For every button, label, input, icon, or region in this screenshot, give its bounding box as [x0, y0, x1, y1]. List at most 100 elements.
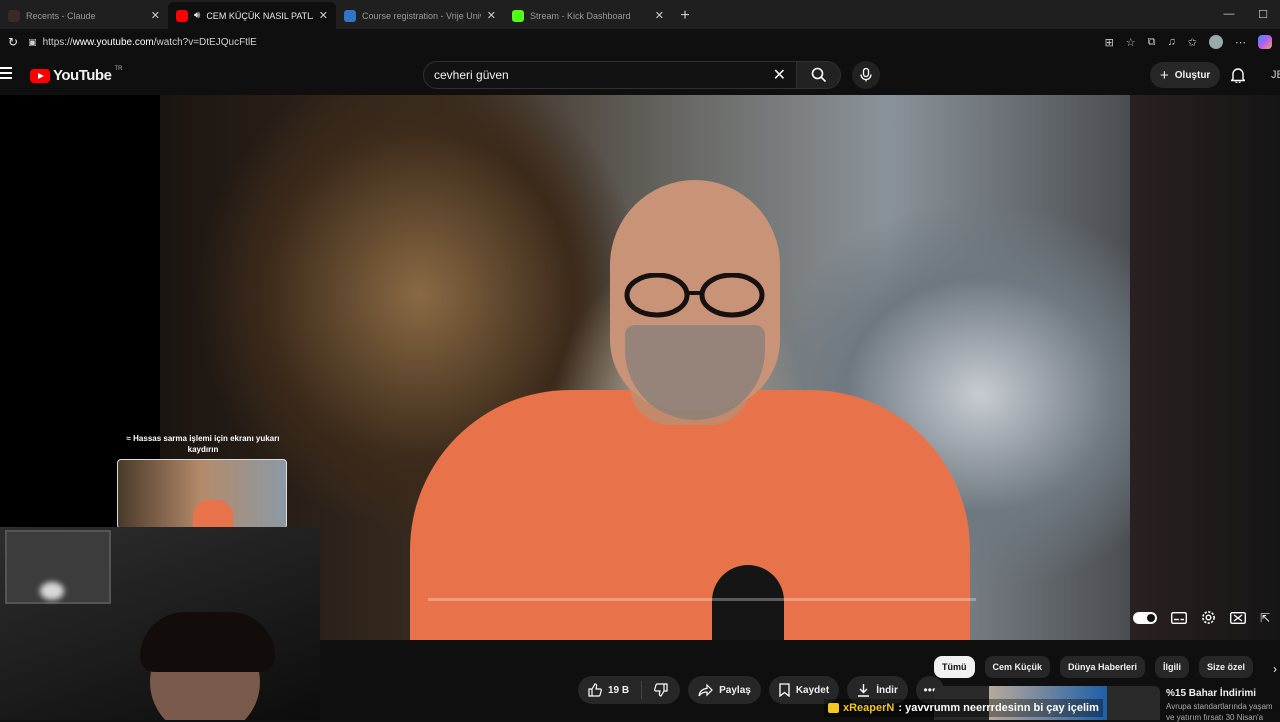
player-controls: ⇱ — [1133, 610, 1270, 625]
extensions-icon[interactable]: ⧉ — [1148, 36, 1156, 49]
app-icon[interactable]: ⊞ — [1105, 36, 1114, 49]
url-path: /watch?v=DtEJQucFtlE — [153, 36, 257, 48]
recommendation-subtitle: Avrupa standartlarında yaşam — [1166, 702, 1273, 711]
menu-icon[interactable] — [0, 67, 12, 82]
clear-search-icon[interactable]: ✕ — [773, 65, 786, 85]
logo-wordmark: YouTube — [53, 67, 112, 84]
stream-chat-message: xReaperN : yavvrumm neerrrdesinn bi çay … — [824, 699, 1103, 717]
account-avatar[interactable]: JE — [1271, 69, 1280, 81]
favorites-icon[interactable]: ✩ — [1188, 36, 1197, 49]
autoplay-toggle[interactable] — [1133, 611, 1157, 624]
tab-youtube[interactable]: 🔊︎ CEM KÜÇÜK NASIL PATLADI ✕ — [168, 2, 336, 29]
chat-text: : yavvrumm neerrrdesinn bi çay içelim — [898, 702, 1099, 714]
recommendation-title[interactable]: %15 Bahar İndirimi — [1166, 688, 1256, 699]
close-icon[interactable]: ✕ — [655, 9, 664, 22]
claude-favicon-icon — [8, 9, 20, 22]
address-bar: ↻ ▣ https://www.youtube.com/watch?v=DtEJ… — [0, 29, 1280, 55]
seek-bar[interactable] — [428, 598, 976, 601]
like-button[interactable]: 19 B — [578, 681, 643, 699]
download-label: İndir — [876, 684, 898, 696]
search-query: cevheri güven — [434, 68, 509, 82]
bell-icon — [1229, 68, 1247, 85]
studio-microphone — [712, 565, 784, 640]
vu-favicon-icon — [344, 9, 356, 22]
share-arrow-icon — [698, 683, 713, 696]
bookmark-icon — [779, 683, 790, 697]
url-host: www.youtube.com — [72, 36, 154, 48]
search-button[interactable] — [797, 61, 841, 89]
thumbs-down-icon — [654, 683, 668, 697]
youtube-logo[interactable]: YouTube TR — [30, 65, 123, 84]
streamer-webcam-overlay — [0, 527, 320, 720]
chip-all[interactable]: Tümü — [934, 656, 975, 678]
share-button[interactable]: Paylaş — [688, 676, 761, 704]
video-right-edge — [1130, 95, 1280, 640]
chevron-right-icon[interactable]: › — [1273, 662, 1277, 676]
copilot-icon[interactable] — [1258, 35, 1272, 49]
site-info-icon[interactable]: ▣ — [28, 37, 37, 48]
settings-gear-icon[interactable] — [1201, 610, 1216, 625]
presenter-shirt — [410, 390, 970, 640]
recommendation-subtitle-2: ve yatırım fırsatı 30 Nisan'a — [1166, 713, 1264, 722]
fullscreen-icon[interactable]: ⇱ — [1260, 611, 1270, 625]
tab-claude[interactable]: Recents - Claude ✕ — [0, 2, 168, 29]
create-label: Oluştur — [1174, 69, 1211, 81]
like-dislike-group: 19 B — [578, 676, 681, 704]
notifications-button[interactable] — [1229, 67, 1247, 88]
kick-favicon-icon — [512, 9, 524, 22]
menu-dots-icon[interactable]: ⋯ — [1235, 36, 1246, 49]
close-icon[interactable]: ✕ — [487, 9, 496, 22]
url-field[interactable]: ▣ https://www.youtube.com/watch?v=DtEJQu… — [28, 32, 1095, 52]
voice-search-button[interactable] — [852, 61, 880, 89]
speaker-icon[interactable]: 🔊︎ — [194, 10, 200, 21]
maximize-icon[interactable]: ☐ — [1246, 0, 1280, 28]
url-prefix: https:// — [42, 36, 73, 48]
microphone-icon — [860, 68, 872, 82]
chip-world-news[interactable]: Dünya Haberleri — [1060, 656, 1146, 678]
media-icon[interactable]: ♫ — [1168, 36, 1176, 48]
tab-course-registration[interactable]: Course registration - Vrije Universit ✕ — [336, 2, 504, 29]
chip-related[interactable]: İlgili — [1155, 656, 1190, 678]
chip-cem-kucuk[interactable]: Cem Küçük — [984, 656, 1051, 678]
youtube-header: YouTube TR cevheri güven ✕ + Oluştur JE — [0, 55, 1280, 95]
create-button[interactable]: + Oluştur — [1150, 62, 1221, 88]
search-input[interactable]: cevheri güven ✕ — [423, 61, 797, 89]
like-count: 19 B — [608, 684, 630, 696]
close-icon[interactable]: ✕ — [151, 9, 160, 22]
thumbs-up-icon — [588, 683, 602, 697]
tab-kick-dashboard[interactable]: Stream - Kick Dashboard ✕ — [504, 2, 672, 29]
chat-badge-icon — [828, 703, 839, 713]
tab-title: Stream - Kick Dashboard — [530, 10, 631, 21]
tab-title: Course registration - Vrije Universit — [362, 10, 481, 21]
profile-avatar[interactable] — [1209, 35, 1223, 49]
minimize-icon[interactable]: — — [1212, 0, 1246, 28]
share-label: Paylaş — [719, 684, 751, 696]
reload-icon[interactable]: ↻ — [8, 35, 18, 49]
browser-tab-bar: Recents - Claude ✕ 🔊︎ CEM KÜÇÜK NASIL PA… — [0, 0, 1280, 29]
tab-title: CEM KÜÇÜK NASIL PATLADI — [206, 10, 313, 21]
browser-toolbar-icons: ⊞ ☆ ⧉ ♫ ✩ ⋯ — [1105, 35, 1272, 49]
chip-for-you[interactable]: Size özel — [1199, 656, 1254, 678]
seek-preview-thumbnail — [117, 459, 287, 529]
search-icon — [811, 67, 826, 83]
window-controls: — ☐ — [1212, 0, 1280, 28]
subtitles-icon[interactable] — [1171, 611, 1187, 624]
streamer-hair — [140, 612, 275, 672]
download-icon — [858, 684, 870, 697]
tab-title: Recents - Claude — [26, 10, 96, 21]
youtube-play-icon — [30, 68, 50, 83]
dislike-button[interactable] — [642, 683, 680, 697]
new-tab-button[interactable]: + — [672, 2, 698, 29]
chat-username: xReaperN — [843, 702, 895, 714]
save-label: Kaydet — [795, 684, 830, 696]
precise-seek-hint: ≈ Hassas sarma işlemi için ekranı yukarı… — [126, 434, 280, 454]
light-reflection — [40, 582, 64, 600]
recommendation-chips: Tümü Cem Küçük Dünya Haberleri İlgili Si… — [934, 656, 1254, 678]
youtube-favicon-icon — [176, 9, 188, 22]
close-icon[interactable]: ✕ — [319, 9, 328, 22]
miniplayer-icon[interactable] — [1230, 611, 1246, 624]
glasses-shape — [624, 273, 765, 318]
plus-icon: + — [1160, 66, 1169, 84]
favorite-star-icon[interactable]: ☆ — [1126, 36, 1136, 49]
country-code: TR — [114, 65, 123, 72]
